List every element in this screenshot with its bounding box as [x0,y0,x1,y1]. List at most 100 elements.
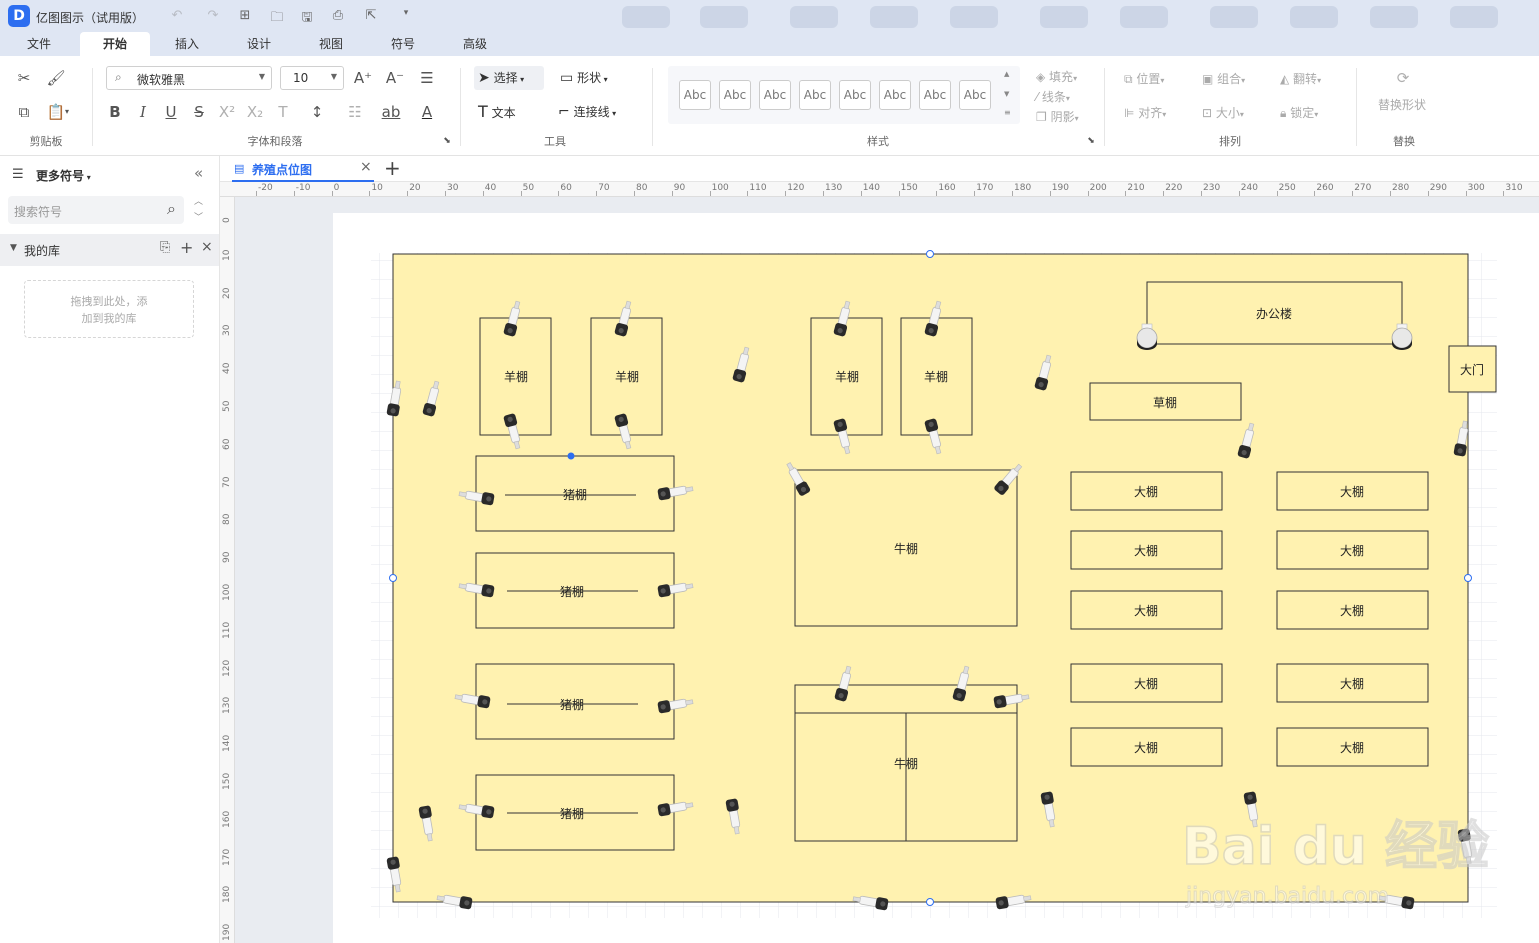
lock-button[interactable]: 🔒︎ 锁定▾ [1280,104,1318,121]
close-tab-icon[interactable]: × [360,159,372,175]
tab-view[interactable]: 视图 [306,32,356,56]
highlight-icon[interactable]: ab [380,101,402,123]
decrease-font-icon[interactable]: A⁻ [384,67,406,89]
tab-insert[interactable]: 插入 [162,32,212,56]
ruler-tick-label: 60 [560,183,572,193]
style-preset[interactable]: Abc [919,80,951,110]
italic-icon[interactable]: I [132,101,154,123]
collapse-panel-icon[interactable]: « [194,164,203,182]
strikethrough-icon[interactable]: S [188,101,210,123]
ruler-tick-label: 190 [222,924,232,942]
replace-shape-icon[interactable]: ⟳ [1392,67,1414,89]
resize-handle[interactable] [389,574,397,582]
fill-button[interactable]: ◈ 填充▾ [1036,68,1077,85]
close-icon[interactable]: × [201,239,213,255]
customize-dropdown-icon[interactable]: ▾ [397,8,415,18]
increase-font-icon[interactable]: A⁺ [352,67,374,89]
diagram-svg[interactable]: 羊棚 羊棚 羊棚 羊棚 猪棚 猪棚 猪棚 猪棚 牛棚 牛棚 办公楼 大门 草棚 … [235,197,1539,943]
farm-floor[interactable] [392,253,1469,903]
align-button[interactable]: ⊫ 对齐▾ [1124,104,1166,121]
tab-advanced[interactable]: 高级 [450,32,500,56]
shadow-button[interactable]: ❐ 阴影▾ [1036,108,1079,125]
export-icon[interactable]: ⇱ [362,8,380,23]
line-spacing-icon[interactable]: ↕ [306,101,328,123]
paste-dropdown-icon[interactable]: ▾ [62,101,72,123]
search-icon[interactable]: ⌕ [167,199,176,219]
style-preset[interactable]: Abc [839,80,871,110]
save-icon[interactable]: 🖫 [298,8,316,30]
text-tool-button[interactable]: T 文本 [478,100,538,124]
new-file-icon[interactable]: ⊞ [236,8,254,23]
text-case-icon[interactable]: T [272,101,294,123]
scroll-up-icon[interactable]: ▲ [1004,70,1009,78]
tab-design[interactable]: 设计 [234,32,284,56]
chevron-down-icon[interactable]: ﹀ [194,210,203,223]
lock-icon: 🔒︎ [1280,106,1291,120]
style-preset[interactable]: Abc [799,80,831,110]
style-preset[interactable]: Abc [959,80,991,110]
print-icon[interactable]: ⎙ [329,8,347,23]
font-family-select[interactable]: ⌕ 微软雅黑 ▼ [106,66,272,90]
connection-point[interactable] [567,452,575,460]
expand-icon[interactable]: ⬊ [436,130,458,152]
document-tab[interactable]: ▤ 养殖点位图 × [232,156,374,182]
replace-shape-label[interactable]: 替换形状 [1378,96,1426,113]
search-symbol-box[interactable]: 搜索符号 ⌕ [8,196,184,224]
font-color-icon[interactable]: A [416,101,438,123]
style-preset[interactable]: Abc [679,80,711,110]
more-symbols-button[interactable]: 更多符号 ▾ [36,167,91,184]
undo-icon[interactable]: ↶ [168,8,186,23]
chevron-down-icon: ▾ [1317,76,1322,85]
text-tool-label: 文本 [491,106,516,120]
style-preset[interactable]: Abc [719,80,751,110]
more-styles-icon[interactable]: ≡ [1004,108,1011,117]
chevron-down-icon: ▾ [1073,74,1078,83]
underline-icon[interactable]: U [160,101,182,123]
open-folder-icon[interactable]: 🗀 [268,8,286,30]
library-icon: ☰ [12,167,24,182]
group-button[interactable]: ▣ 组合▾ [1202,70,1245,87]
size-button[interactable]: ⊡ 大小▾ [1202,104,1244,121]
bullet-list-icon[interactable]: ☷ [344,101,366,123]
position-button[interactable]: ⧉ 位置▾ [1124,70,1164,87]
tab-symbol[interactable]: 符号 [378,32,428,56]
bold-icon[interactable]: B [104,101,126,123]
shape-tool-button[interactable]: ▭ 形状 ▾ [560,66,630,90]
tab-home[interactable]: 开始 [80,32,150,56]
import-icon[interactable]: ⎘ [160,240,170,255]
select-tool-button[interactable]: ➤ 选择 ▾ [474,66,544,90]
connector-tool-button[interactable]: ⌐ 连接线 ▾ [558,100,638,124]
tab-file[interactable]: 文件 [14,32,64,56]
superscript-icon[interactable]: X² [216,101,238,123]
copy-icon[interactable]: ⧉ [13,101,35,123]
ruler-tick-label: 110 [222,621,232,639]
expand-icon[interactable]: ⬊ [1080,130,1102,152]
resize-handle[interactable] [926,250,934,258]
office-building-label: 办公楼 [1256,306,1292,321]
flip-button[interactable]: ◭ 翻转▾ [1280,70,1321,87]
flip-label: 翻转 [1293,72,1318,86]
resize-handle[interactable] [926,898,934,906]
style-gallery: Abc Abc Abc Abc Abc Abc Abc Abc ▲ ▼ ≡ [668,66,1020,124]
cut-icon[interactable]: ✂ [13,67,35,89]
resize-handle[interactable] [1464,574,1472,582]
pig-shed-label: 猪棚 [560,697,584,712]
subscript-icon[interactable]: X₂ [244,101,266,123]
format-painter-icon[interactable]: 🖌 [45,67,67,89]
font-size-select[interactable]: 10 ▼ [280,66,344,90]
ruler-tick-label: 150 [900,183,918,193]
style-preset[interactable]: Abc [879,80,911,110]
scroll-down-icon[interactable]: ▼ [1004,90,1009,98]
style-preset[interactable]: Abc [759,80,791,110]
library-drop-zone[interactable]: 拖拽到此处，添 加到我的库 [24,280,194,338]
ruler-tick-label: 140 [222,735,232,753]
add-icon[interactable]: + [180,238,193,257]
ruler-tick-label: 180 [222,886,232,904]
new-tab-icon[interactable]: + [384,156,401,180]
text-align-icon[interactable]: ☰ [416,67,438,89]
my-library-header[interactable]: ▼ 我的库 ⎘ + × [0,234,219,266]
line-button[interactable]: ⁄ 线条▾ [1036,88,1070,105]
redo-icon[interactable]: ↷ [204,8,222,23]
chevron-up-icon[interactable]: ︿ [194,194,203,207]
canvas-area[interactable]: 羊棚 羊棚 羊棚 羊棚 猪棚 猪棚 猪棚 猪棚 牛棚 牛棚 办公楼 大门 草棚 … [235,197,1539,943]
